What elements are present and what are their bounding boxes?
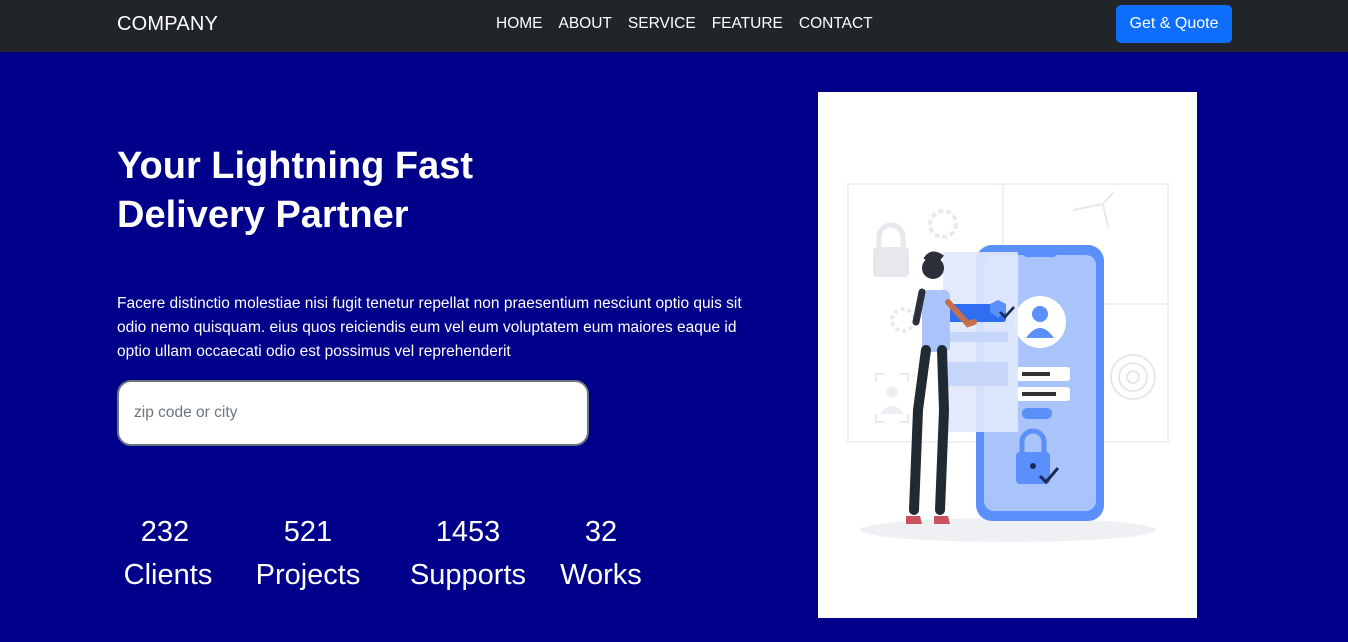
stat-number: 232 <box>140 516 190 548</box>
brand-logo[interactable]: COMPANY <box>117 13 218 36</box>
hero-title-line-1: Your Lightning Fast <box>117 145 474 187</box>
hero-description: Facere distinctio molestiae nisi fugit t… <box>117 295 742 360</box>
stat-supports: 1453 Supports <box>400 512 536 598</box>
stat-label: Works <box>560 559 642 591</box>
stat-label: Clients <box>123 559 213 591</box>
get-quote-button[interactable]: Get & Quote <box>1116 5 1232 43</box>
hero-illustration <box>818 92 1197 618</box>
nav-links: HOME ABOUT SERVICE FEATURE CONTACT <box>496 15 873 33</box>
stat-number: 32 <box>584 516 618 548</box>
stat-clients: 232 Clients <box>117 512 219 598</box>
stat-label: Projects <box>255 559 361 591</box>
zip-search-input[interactable] <box>117 380 589 446</box>
nav-link-about[interactable]: ABOUT <box>559 15 612 33</box>
nav-link-contact[interactable]: CONTACT <box>799 15 873 33</box>
stat-number: 1453 <box>435 516 501 548</box>
security-illustration <box>847 183 1169 542</box>
nav-link-service[interactable]: SERVICE <box>628 15 696 33</box>
nav-link-home[interactable]: HOME <box>496 15 543 33</box>
hero-title-line-2: Delivery Partner <box>117 194 409 236</box>
nav-link-feature[interactable]: FEATURE <box>712 15 783 33</box>
stat-label: Supports <box>409 559 527 591</box>
stat-number: 521 <box>283 516 333 548</box>
navbar: COMPANY HOME ABOUT SERVICE FEATURE CONTA… <box>0 0 1348 52</box>
hero-title: Your Lightning Fast Delivery Partner <box>117 142 537 240</box>
stat-projects: 521 Projects <box>250 512 366 598</box>
stat-works: 32 Works <box>553 512 649 598</box>
